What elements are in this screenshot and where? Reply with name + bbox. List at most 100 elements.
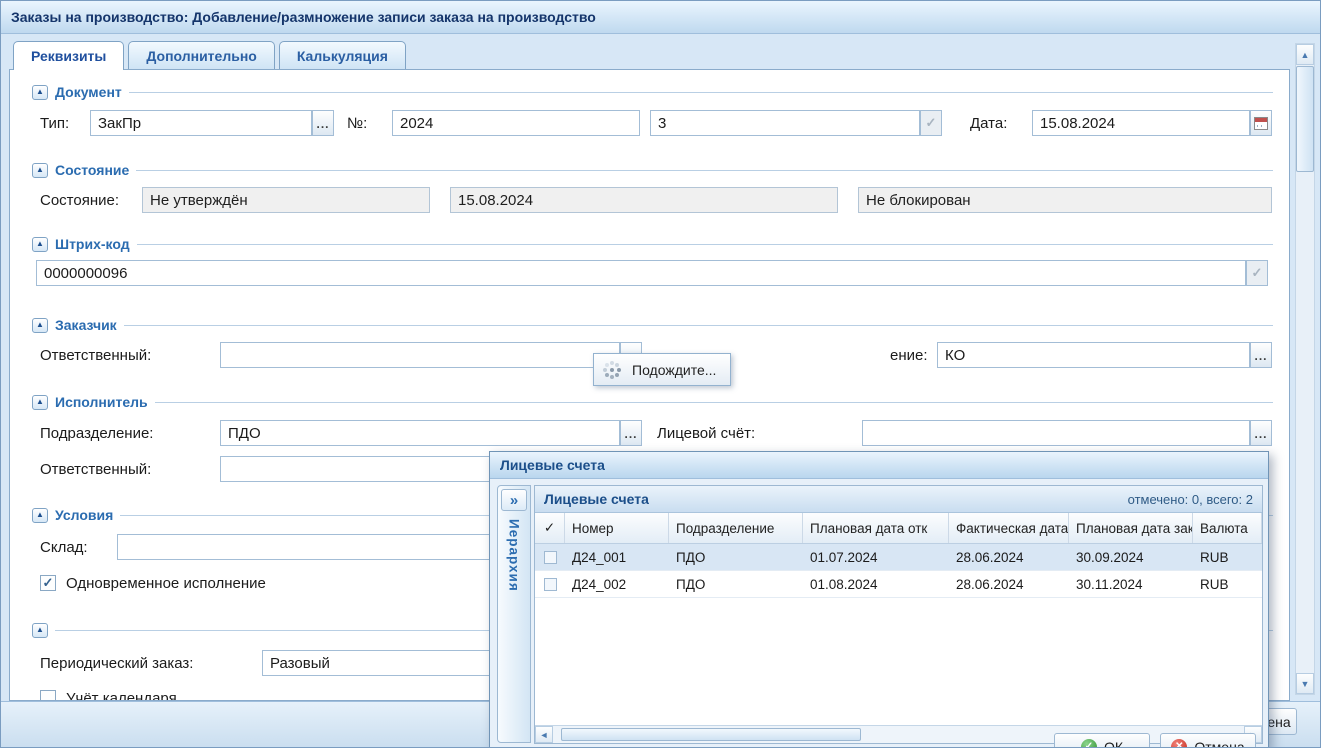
group-divider [124,325,1273,326]
collapse-document-button[interactable]: ▲ [32,85,48,100]
type-browse-button[interactable]: ... [312,110,334,136]
group-divider [129,92,1273,93]
collapse-arrow-icon: ▲ [36,398,44,406]
collapse-customer-button[interactable]: ▲ [32,318,48,333]
ok-button[interactable]: ✓ ОК [1054,733,1150,748]
column-plan-close[interactable]: Плановая дата зак [1069,513,1193,543]
customer-division-label: ение: [890,342,928,368]
state-block-field: Не блокирован [858,187,1272,213]
group-header-customer: ▲ Заказчик [32,317,1273,333]
doc-number-input[interactable] [650,110,920,136]
customer-responsible-label: Ответственный: [40,342,151,368]
row-checkbox[interactable] [544,551,557,564]
accounts-grid: Лицевые счета отмечено: 0, всего: 2 ✓ Но… [534,485,1263,744]
row-cell: 01.07.2024 [803,544,949,570]
collapse-arrow-icon: ▲ [36,240,44,248]
doc-year-input[interactable] [392,110,640,136]
collapse-conditions-button[interactable]: ▲ [32,508,48,523]
row-cell: Д24_002 [565,571,669,597]
column-plan-open[interactable]: Плановая дата отк [803,513,949,543]
collapse-state-button[interactable]: ▲ [32,163,48,178]
barcode-input[interactable] [36,260,1246,286]
grid-header-bar: Лицевые счета отмечено: 0, всего: 2 [535,486,1262,513]
accounts-dialog-titlebar: Лицевые счета [490,452,1268,479]
executor-division-input[interactable] [220,420,620,446]
column-number[interactable]: Номер [565,513,669,543]
up-arrow-icon: ▲ [1301,50,1310,60]
group-title-conditions: Условия [55,507,113,523]
row-checkbox[interactable] [544,578,557,591]
calendar-checkbox[interactable] [40,690,56,701]
group-header-document: ▲ Документ [32,84,1273,100]
doc-type-input[interactable] [90,110,312,136]
row-cell: ПДО [669,544,803,570]
doc-date-input[interactable] [1032,110,1250,136]
group-header-barcode: ▲ Штрих-код [32,236,1273,252]
column-fact-date[interactable]: Фактическая дата [949,513,1069,543]
row-cell: 01.08.2024 [803,571,949,597]
table-row[interactable]: Д24_001 ПДО 01.07.2024 28.06.2024 30.09.… [535,544,1262,571]
group-title-executor: Исполнитель [55,394,148,410]
row-cell [535,544,565,570]
accounts-dialog-title: Лицевые счета [500,457,605,473]
warehouse-label: Склад: [40,534,88,560]
dialog-cancel-button[interactable]: ✕ Отмена [1160,733,1256,748]
state-label: Состояние: [40,187,119,213]
tab-additional[interactable]: Дополнительно [128,41,274,69]
executor-responsible-label: Ответственный: [40,456,151,482]
row-cell: RUB [1193,544,1262,570]
row-cell: 30.11.2024 [1069,571,1193,597]
collapse-arrow-icon: ▲ [36,626,44,634]
collapse-executor-button[interactable]: ▲ [32,395,48,410]
state-date-field: 15.08.2024 [450,187,838,213]
account-browse-button[interactable]: ... [1250,420,1272,446]
spinner-icon [610,368,614,372]
row-cell: ПДО [669,571,803,597]
group-divider [137,244,1273,245]
accounts-dialog: Лицевые счета » Иерархия Лицевые счета о… [489,451,1269,748]
calendar-checkbox-label: Учёт календаря [66,685,177,701]
type-label: Тип: [40,110,69,136]
customer-division-input[interactable] [937,342,1250,368]
collapse-barcode-button[interactable]: ▲ [32,237,48,252]
collapse-arrow-icon: ▲ [36,511,44,519]
collapse-arrow-icon: ▲ [36,321,44,329]
customer-division-browse-button[interactable]: ... [1250,342,1272,368]
group-title-state: Состояние [55,162,129,178]
executor-division-browse-button[interactable]: ... [620,420,642,446]
hierarchy-strip: » Иерархия [497,485,531,743]
scroll-down-button[interactable]: ▼ [1296,673,1314,694]
state-status-field: Не утверждён [142,187,430,213]
calendar-button[interactable] [1250,110,1272,136]
simultaneous-checkbox[interactable]: ✓ [40,575,56,591]
tab-hierarchy[interactable]: Иерархия [507,519,522,592]
cancel-icon: ✕ [1171,739,1187,748]
column-division[interactable]: Подразделение [669,513,803,543]
column-check[interactable]: ✓ [535,513,565,543]
grid-summary: отмечено: 0, всего: 2 [1128,492,1253,507]
row-cell: RUB [1193,571,1262,597]
grid-empty-area [535,598,1262,725]
table-row[interactable]: Д24_002 ПДО 01.08.2024 28.06.2024 30.11.… [535,571,1262,598]
collapse-periodic-button[interactable]: ▲ [32,623,48,638]
wait-popup: Подождите... [593,353,731,386]
group-title-document: Документ [55,84,122,100]
scrollbar-thumb[interactable] [1296,66,1314,172]
collapse-arrow-icon: ▲ [36,166,44,174]
customer-responsible-input[interactable] [220,342,620,368]
tab-calculation[interactable]: Калькуляция [279,41,406,69]
tab-requisites[interactable]: Реквизиты [13,41,124,70]
grid-column-headers: ✓ Номер Подразделение Плановая дата отк … [535,513,1262,544]
number-check-button[interactable]: ✓ [920,110,942,136]
hierarchy-expand-button[interactable]: » [501,489,527,511]
wait-text: Подождите... [632,362,716,378]
tab-bar: Реквизиты Дополнительно Калькуляция [13,41,406,70]
collapse-arrow-icon: ▲ [36,88,44,96]
column-currency[interactable]: Валюта [1193,513,1262,543]
barcode-check-button[interactable]: ✓ [1246,260,1268,286]
number-label: №: [347,110,367,136]
account-input[interactable] [862,420,1250,446]
scroll-up-button[interactable]: ▲ [1296,44,1314,65]
group-title-customer: Заказчик [55,317,117,333]
account-label: Лицевой счёт: [657,420,755,446]
